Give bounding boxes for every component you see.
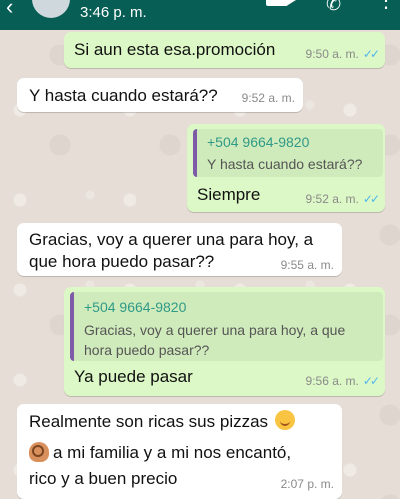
quoted-message[interactable]: +504 9664-9820 Y hasta cuando estará?? [193, 129, 383, 177]
ok-hand-emoji-icon [29, 442, 49, 462]
chat-header: ‹ 3:46 p. m. ✆ ⋮ [0, 0, 400, 30]
message-text: Y hasta cuando estará?? [29, 86, 218, 105]
message-timestamp: 9:55 a. m. [280, 258, 334, 272]
message-line-text: a mi familia y a mi nos encantó, [53, 443, 292, 462]
last-seen-time: 3:46 p. m. [80, 4, 147, 21]
message-time: 9:56 a. m. ✓✓ [305, 374, 381, 388]
message-text-line: a mi familia y a mi nos encantó, [29, 441, 291, 464]
message-timestamp: 9:56 a. m. [305, 374, 359, 388]
message-text-line: que hora puedo pasar?? [29, 252, 215, 271]
message-bubble-outgoing[interactable]: Si aun esta esa.promoción 9:50 a. m. ✓✓ [64, 32, 385, 68]
phone-icon[interactable]: ✆ [326, 0, 341, 15]
message-line-text: Realmente son ricas sus pizzas [29, 412, 269, 431]
quote-text-line: hora puedo pasar?? [84, 342, 210, 358]
quote-author: +504 9664-9820 [207, 134, 310, 150]
message-text: Siempre [197, 185, 261, 204]
message-bubble-outgoing[interactable]: +504 9664-9820 Gracias, voy a querer una… [64, 287, 385, 396]
quote-author: +504 9664-9820 [84, 299, 187, 315]
message-text-line: Realmente son ricas sus pizzas [29, 410, 295, 433]
video-call-icon[interactable] [266, 0, 296, 6]
message-bubble-incoming[interactable]: Realmente son ricas sus pizzas a mi fami… [17, 404, 342, 499]
message-text-line: Gracias, voy a querer una para hoy, a [29, 230, 314, 249]
menu-icon[interactable]: ⋮ [376, 0, 396, 13]
smiling-face-emoji-icon [274, 410, 295, 430]
message-text: Si aun esta esa.promoción [74, 40, 276, 59]
message-text: Ya puede pasar [74, 367, 193, 386]
read-ticks-icon: ✓✓ [362, 374, 380, 388]
message-time: 9:52 a. m. ✓✓ [305, 192, 381, 206]
avatar[interactable] [32, 0, 70, 18]
message-bubble-outgoing[interactable]: +504 9664-9820 Y hasta cuando estará?? S… [187, 124, 385, 212]
back-arrow-icon[interactable]: ‹ [6, 0, 13, 20]
message-timestamp: 2:07 p. m. [280, 477, 334, 491]
quote-text-line: Gracias, voy a querer una para hoy, a qu… [84, 322, 346, 338]
read-ticks-icon: ✓✓ [362, 47, 380, 61]
message-time: 9:50 a. m. ✓✓ [305, 47, 381, 61]
message-timestamp: 9:52 a. m. [305, 192, 359, 206]
message-timestamp: 9:50 a. m. [305, 47, 359, 61]
message-timestamp: 9:52 a. m. [241, 91, 295, 105]
message-bubble-incoming[interactable]: Gracias, voy a querer una para hoy, a qu… [17, 223, 342, 276]
read-ticks-icon: ✓✓ [362, 192, 380, 206]
quote-text: Y hasta cuando estará?? [207, 156, 363, 172]
message-bubble-incoming[interactable]: Y hasta cuando estará?? 9:52 a. m. [17, 78, 303, 112]
quoted-message[interactable]: +504 9664-9820 Gracias, voy a querer una… [70, 292, 383, 361]
message-text-line: rico y a buen precio [29, 469, 178, 488]
